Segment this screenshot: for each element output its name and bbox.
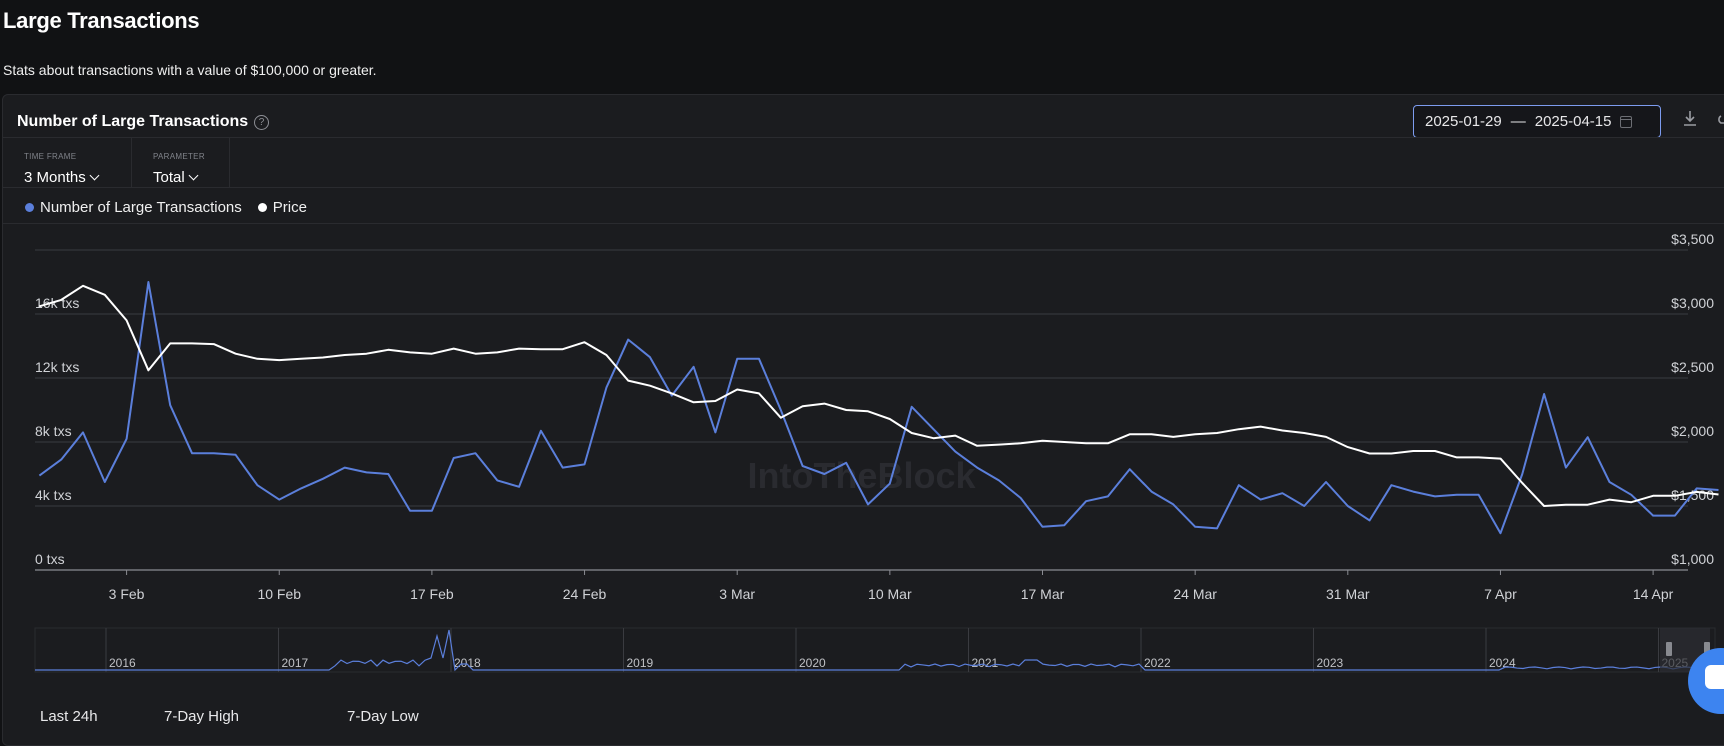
y-left-tick-label: 12k txs	[35, 359, 79, 375]
legend-dot-icon	[257, 203, 267, 212]
navigator-year-label: 2020	[799, 656, 826, 670]
x-tick-label: 14 Apr	[1633, 586, 1674, 602]
calendar-icon[interactable]	[1620, 115, 1633, 128]
navigator-year-label: 2016	[109, 656, 136, 670]
x-tick-label: 17 Mar	[1021, 586, 1065, 602]
card-title: Number of Large Transactions	[17, 113, 249, 130]
legend-divider	[3, 223, 1724, 224]
navigator-handle-icon[interactable]	[1666, 642, 1672, 656]
line-chart[interactable]: IntoTheBlock 0 txs 4k txs 8k txs 12k txs 16k …	[0, 230, 1724, 700]
date-range-picker[interactable]: 2025-01-29 — 2025-04-15	[1413, 105, 1661, 138]
legend-item-transactions[interactable]: Number of Large Transactions	[25, 199, 242, 216]
chat-icon	[1705, 665, 1724, 689]
legend-item-price[interactable]: Price	[257, 199, 307, 216]
date-separator: —	[1510, 113, 1526, 130]
y-right-tick-label: $3,500	[1671, 231, 1714, 247]
time-frame-label: TIME FRAME	[24, 152, 77, 161]
x-tick-label: 31 Mar	[1326, 586, 1370, 602]
y-right-tick-label: $2,500	[1671, 359, 1714, 375]
x-tick-label: 3 Mar	[719, 586, 755, 602]
x-tick-label: 24 Feb	[563, 586, 607, 602]
x-tick-label: 7 Apr	[1484, 586, 1517, 602]
x-tick-label: 10 Mar	[868, 586, 912, 602]
watermark: IntoTheBlock	[747, 455, 976, 496]
parameter-value[interactable]: Total	[153, 169, 185, 186]
page-title: Large Transactions	[3, 8, 200, 33]
legend: Number of Large Transactions Price	[25, 199, 323, 216]
date-from[interactable]: 2025-01-29	[1425, 113, 1502, 130]
y-left-tick-label: 4k txs	[35, 487, 72, 503]
x-tick-label: 10 Feb	[257, 586, 301, 602]
legend-label-price: Price	[272, 199, 307, 216]
stat-7-day-high: 7-Day High	[164, 708, 240, 725]
link-icon[interactable]	[1715, 109, 1724, 129]
control-divider	[229, 137, 230, 187]
navigator-year-label: 2021	[972, 656, 999, 670]
y-right-tick-label: $3,000	[1671, 295, 1714, 311]
navigator-year-label: 2022	[1144, 656, 1171, 670]
stat-7-day-low: 7-Day Low	[347, 708, 419, 725]
legend-label-transactions: Number of Large Transactions	[40, 199, 242, 216]
navigator-year-label: 2018	[454, 656, 481, 670]
header-divider	[3, 137, 1724, 138]
stat-last-24h: Last 24h	[40, 708, 98, 725]
page-subtitle: Stats about transactions with a value of…	[3, 62, 377, 78]
download-icon[interactable]	[1681, 109, 1699, 129]
chevron-down-icon[interactable]	[188, 170, 199, 181]
legend-dot-icon	[25, 203, 34, 212]
navigator-year-label: 2019	[627, 656, 654, 670]
y-right-tick-label: $2,000	[1671, 423, 1714, 439]
x-tick-label: 24 Mar	[1173, 586, 1217, 602]
controls-divider	[3, 187, 1724, 188]
navigator-year-label: 2017	[282, 656, 309, 670]
y-left-tick-label: 16k txs	[35, 295, 79, 311]
date-to[interactable]: 2025-04-15	[1535, 113, 1612, 130]
chevron-down-icon[interactable]	[89, 170, 100, 181]
control-divider	[131, 137, 132, 187]
time-frame-value[interactable]: 3 Months	[24, 169, 86, 186]
x-tick-label: 17 Feb	[410, 586, 454, 602]
parameter-label: PARAMETER	[153, 152, 205, 161]
x-tick-label: 3 Feb	[109, 586, 145, 602]
y-left-tick-label: 0 txs	[35, 551, 65, 567]
y-right-tick-label: $1,000	[1671, 551, 1714, 567]
navigator-year-label: 2023	[1317, 656, 1344, 670]
y-left-tick-label: 8k txs	[35, 423, 72, 439]
question-circle-icon[interactable]: ?	[254, 115, 269, 130]
